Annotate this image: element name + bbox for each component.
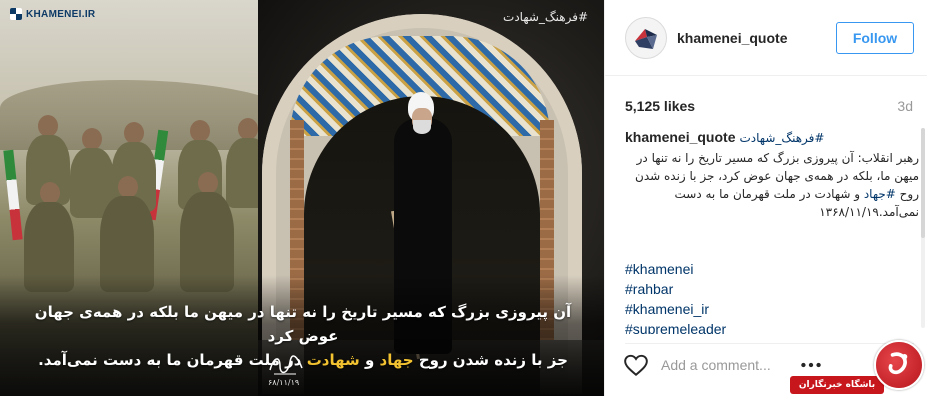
hashtag-link[interactable]: #rahbar [625,279,921,299]
hashtag-link[interactable]: #khamenei [625,259,921,279]
watermark-label: باشگاه خبرنگاران [790,376,884,394]
quote-highlight-martyrdom: شهادت [306,351,360,369]
signature-icon [269,355,303,375]
caption-header: khamenei_quote #فرهنگ_شهادت [625,128,921,147]
post-time[interactable]: 3d [897,98,913,114]
scrollbar-thumb[interactable] [921,128,925,238]
header-username[interactable]: khamenei_quote [677,30,787,46]
watermark-logo-icon [874,340,924,390]
caption-link-jihad[interactable]: #جهاد [864,187,896,201]
image-hashtag: #فرهنگ_شهادت [503,10,588,24]
flag-icon [3,149,23,241]
khamenei-logo: KHAMENEI.IR [10,8,95,20]
quote-highlight-jihad: جهاد [379,351,414,369]
post-image[interactable]: KHAMENEI.IR #فرهنگ_شهادت آن پیروزی بزرگ … [0,0,604,396]
heart-icon[interactable] [623,352,649,378]
likes-count[interactable]: 5,125 likes [625,98,695,114]
caption-area: khamenei_quote #فرهنگ_شهادت رهبر انقلاب:… [625,128,921,334]
avatar[interactable] [625,17,667,59]
caption-username[interactable]: khamenei_quote [625,128,735,146]
hashtag-link[interactable]: #khamenei_ir [625,299,921,319]
post-details-panel: khamenei_quote Follow 5,125 likes 3d kha… [604,0,927,396]
hashtag-list: #khamenei #rahbar #khamenei_ir #supremel… [625,259,921,334]
quote-line-1: آن پیروزی بزرگ که مسیر تاریخ را نه تنها … [34,303,572,345]
caption-hashtag[interactable]: #فرهنگ_شهادت [739,129,824,147]
follow-button[interactable]: Follow [836,22,914,54]
logo-text: KHAMENEI.IR [26,8,96,20]
comment-input[interactable] [661,354,811,376]
caption-text: رهبر انقلاب: آن پیروزی بزرگ که مسیر تاری… [635,151,919,219]
signature-date: ۶۸/۱۱/۱۹ [268,378,300,387]
avatar-icon [635,29,657,49]
post-header: khamenei_quote Follow [605,0,927,76]
logo-icon [10,8,22,20]
hashtag-link[interactable]: #supremeleader [625,319,921,334]
more-options-icon[interactable] [798,352,824,378]
caption-scrollbar[interactable] [921,128,925,328]
